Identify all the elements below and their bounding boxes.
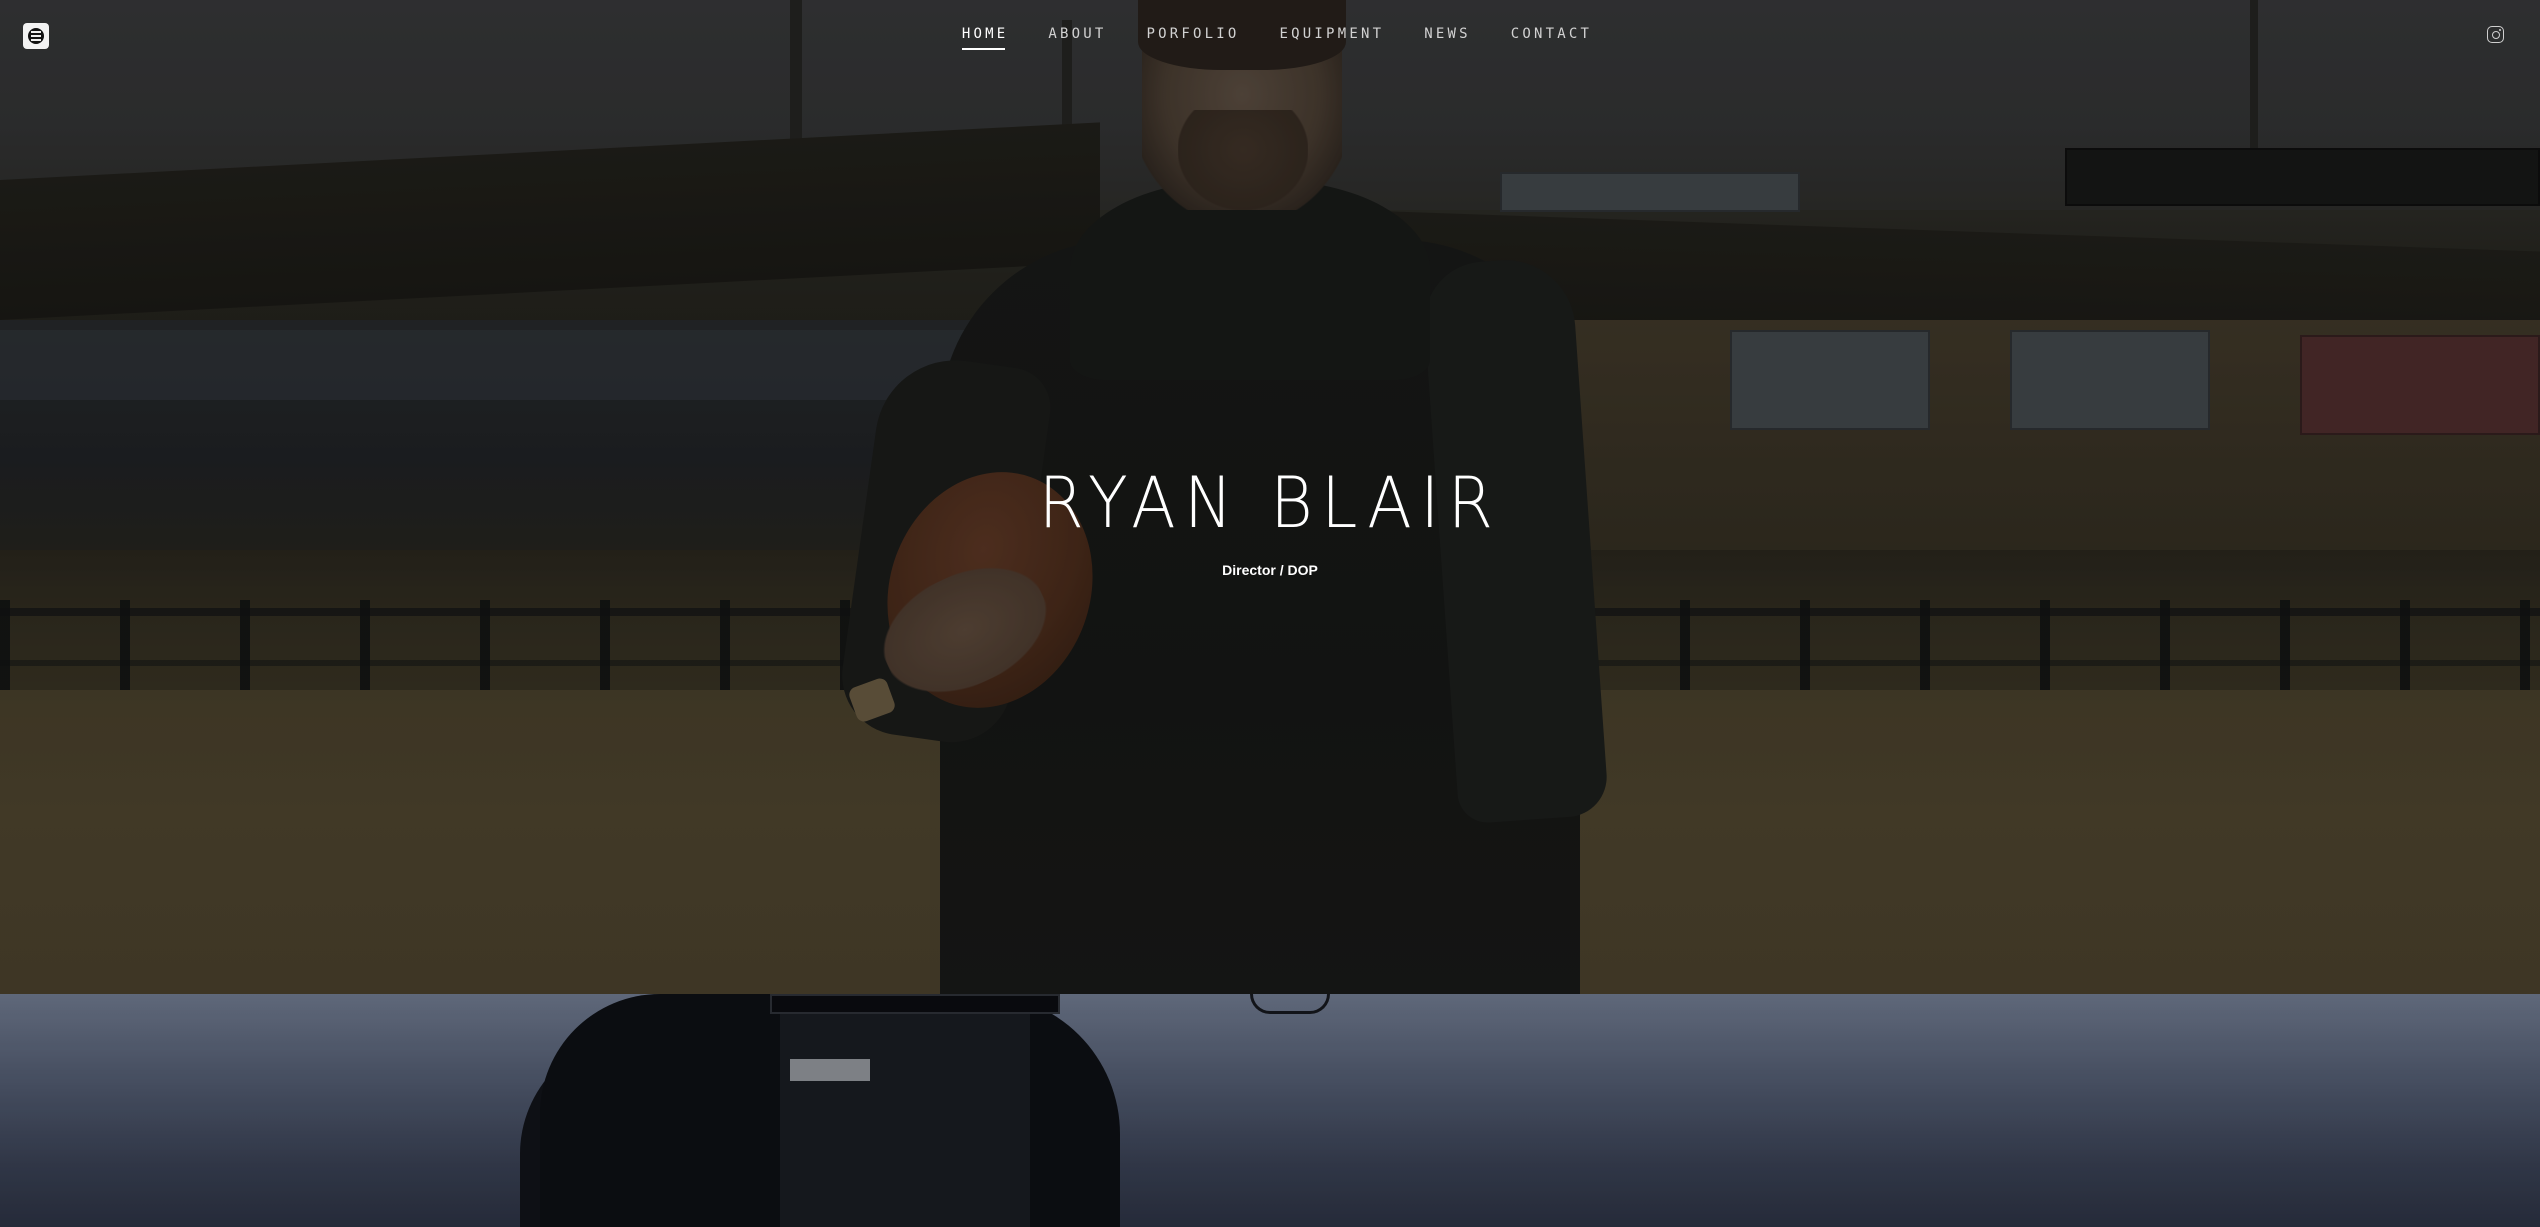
nav-item-home[interactable]: HOME [961,26,1009,50]
nav-list: HOME ABOUT PORFOLIO EQUIPMENT NEWS CONTA… [961,26,1592,50]
nav-item-about[interactable]: ABOUT [1048,26,1106,50]
main-nav: HOME ABOUT PORFOLIO EQUIPMENT NEWS CONTA… [0,26,2540,50]
nav-item-contact[interactable]: CONTACT [1511,26,1592,50]
nav-item-news[interactable]: NEWS [1424,26,1471,50]
hero-title: RYAN BLAIR [1038,462,1502,544]
second-section [0,994,2540,1227]
instagram-icon[interactable] [2487,26,2504,43]
section-overlay [0,994,2540,1227]
nav-item-equipment[interactable]: EQUIPMENT [1280,26,1385,50]
hero-subtitle: Director / DOP [1222,562,1318,578]
site-header: HOME ABOUT PORFOLIO EQUIPMENT NEWS CONTA… [0,0,2540,76]
nav-item-portfolio[interactable]: PORFOLIO [1147,26,1240,50]
hero-section: RYAN BLAIR Director / DOP [0,0,2540,994]
